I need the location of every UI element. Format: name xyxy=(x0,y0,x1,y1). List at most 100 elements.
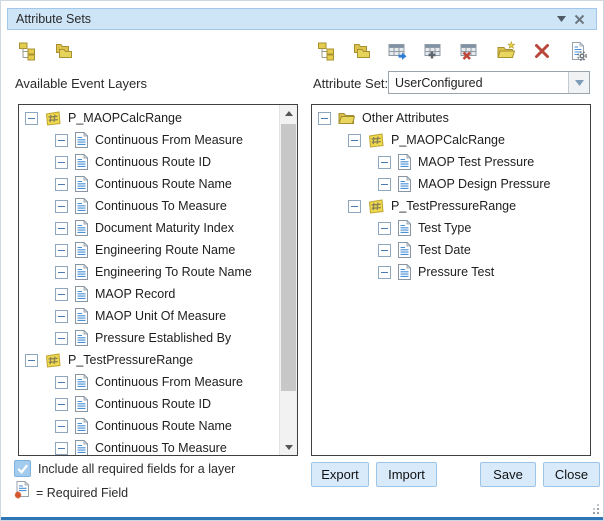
tree-item[interactable]: Continuous Route ID xyxy=(19,151,280,173)
tree-item-label: MAOP Design Pressure xyxy=(418,177,550,191)
tree-item-label: Continuous From Measure xyxy=(95,375,243,389)
minus-expander-icon[interactable] xyxy=(318,112,331,125)
minus-expander-icon[interactable] xyxy=(25,112,38,125)
minus-expander-icon[interactable] xyxy=(378,222,391,235)
window-bottom-border xyxy=(1,517,603,520)
attribute-set-tree-icon[interactable] xyxy=(315,40,337,62)
tree-item[interactable]: P_MAOPCalcRange xyxy=(19,107,280,129)
dropdown-caret-icon[interactable] xyxy=(552,10,570,28)
tree-item[interactable]: MAOP Design Pressure xyxy=(312,173,590,195)
event-layers-tree-icon[interactable] xyxy=(16,40,38,62)
minus-expander-icon[interactable] xyxy=(378,178,391,191)
minus-expander-icon[interactable] xyxy=(55,288,68,301)
left-tree: P_MAOPCalcRange Continuous From Measure Co… xyxy=(19,107,280,455)
include-required-fields-checkbox[interactable] xyxy=(14,460,31,477)
minus-expander-icon[interactable] xyxy=(378,156,391,169)
minus-expander-icon[interactable] xyxy=(55,156,68,169)
tree-item[interactable]: Continuous From Measure xyxy=(19,129,280,151)
close-icon[interactable] xyxy=(570,10,588,28)
minus-expander-icon[interactable] xyxy=(55,332,68,345)
attribute-set-folder-icon[interactable] xyxy=(351,40,373,62)
tree-item-label: Continuous Route Name xyxy=(95,177,232,191)
folder-icon xyxy=(338,112,355,125)
tree-item-label: Document Maturity Index xyxy=(95,221,234,235)
attribute-set-properties-icon[interactable] xyxy=(567,40,589,62)
tree-item[interactable]: Test Type xyxy=(312,217,590,239)
tree-item[interactable]: Other Attributes xyxy=(312,107,590,129)
tree-item[interactable]: MAOP Record xyxy=(19,283,280,305)
field-icon xyxy=(75,330,88,346)
tree-item-label: Pressure Established By xyxy=(95,331,231,345)
tree-item[interactable]: Engineering To Route Name xyxy=(19,261,280,283)
tree-item-label: Other Attributes xyxy=(362,111,449,125)
field-icon xyxy=(398,176,411,192)
field-icon xyxy=(75,440,88,455)
attribute-set-combobox[interactable]: UserConfigured xyxy=(388,71,590,94)
tree-item[interactable]: Continuous Route ID xyxy=(19,393,280,415)
attribute-set-label: Attribute Set: xyxy=(313,76,388,91)
import-button[interactable]: Import xyxy=(376,462,437,487)
tree-item-label: Engineering To Route Name xyxy=(95,265,252,279)
remove-table-icon[interactable] xyxy=(459,40,481,62)
tree-item[interactable]: Pressure Test xyxy=(312,261,590,283)
minus-expander-icon[interactable] xyxy=(55,222,68,235)
resize-grip[interactable] xyxy=(597,512,599,514)
tree-item[interactable]: Continuous From Measure xyxy=(19,371,280,393)
tree-item[interactable]: Continuous Route Name xyxy=(19,173,280,195)
scrollbar-thumb[interactable] xyxy=(281,124,296,391)
delete-attribute-set-icon[interactable] xyxy=(531,40,553,62)
scroll-up-icon[interactable] xyxy=(280,105,297,121)
minus-expander-icon[interactable] xyxy=(25,354,38,367)
event-layer-icon xyxy=(368,199,384,214)
tree-item[interactable]: Continuous To Measure xyxy=(19,195,280,217)
vertical-scrollbar[interactable] xyxy=(279,105,297,455)
minus-expander-icon[interactable] xyxy=(55,442,68,455)
minus-expander-icon[interactable] xyxy=(378,266,391,279)
close-button[interactable]: Close xyxy=(543,462,600,487)
event-layer-icon xyxy=(368,133,384,148)
export-table-icon[interactable] xyxy=(387,40,409,62)
field-icon xyxy=(75,264,88,280)
add-table-icon[interactable] xyxy=(423,40,445,62)
tree-item-label: Engineering Route Name xyxy=(95,243,235,257)
tree-item[interactable]: Pressure Established By xyxy=(19,327,280,349)
minus-expander-icon[interactable] xyxy=(348,200,361,213)
available-event-layers-tree-panel: P_MAOPCalcRange Continuous From Measure Co… xyxy=(18,104,298,456)
scroll-down-icon[interactable] xyxy=(280,439,297,455)
tree-item[interactable]: Continuous Route Name xyxy=(19,415,280,437)
field-icon xyxy=(75,132,88,148)
available-event-layers-label: Available Event Layers xyxy=(15,76,147,91)
minus-expander-icon[interactable] xyxy=(55,376,68,389)
event-layers-folder-icon[interactable] xyxy=(53,40,75,62)
minus-expander-icon[interactable] xyxy=(348,134,361,147)
tree-item[interactable]: MAOP Unit Of Measure xyxy=(19,305,280,327)
field-icon xyxy=(75,198,88,214)
minus-expander-icon[interactable] xyxy=(55,266,68,279)
minus-expander-icon[interactable] xyxy=(55,178,68,191)
tree-item[interactable]: Continuous To Measure xyxy=(19,437,280,455)
minus-expander-icon[interactable] xyxy=(55,134,68,147)
tree-item[interactable]: Test Date xyxy=(312,239,590,261)
tree-item-label: Continuous Route Name xyxy=(95,419,232,433)
tree-item-label: MAOP Test Pressure xyxy=(418,155,534,169)
field-icon xyxy=(75,242,88,258)
tree-item[interactable]: P_MAOPCalcRange xyxy=(312,129,590,151)
minus-expander-icon[interactable] xyxy=(55,244,68,257)
titlebar: Attribute Sets xyxy=(7,8,597,30)
save-button[interactable]: Save xyxy=(480,462,536,487)
new-attribute-set-icon[interactable] xyxy=(495,40,517,62)
minus-expander-icon[interactable] xyxy=(55,200,68,213)
tree-item[interactable]: MAOP Test Pressure xyxy=(312,151,590,173)
minus-expander-icon[interactable] xyxy=(55,398,68,411)
tree-item[interactable]: Document Maturity Index xyxy=(19,217,280,239)
attribute-sets-dialog: Attribute Sets Available Event Layers At… xyxy=(0,0,604,521)
tree-item-label: Continuous From Measure xyxy=(95,133,243,147)
tree-item[interactable]: Engineering Route Name xyxy=(19,239,280,261)
minus-expander-icon[interactable] xyxy=(55,310,68,323)
minus-expander-icon[interactable] xyxy=(55,420,68,433)
tree-item[interactable]: P_TestPressureRange xyxy=(312,195,590,217)
minus-expander-icon[interactable] xyxy=(378,244,391,257)
tree-item[interactable]: P_TestPressureRange xyxy=(19,349,280,371)
combo-dropdown-button[interactable] xyxy=(568,72,589,93)
export-button[interactable]: Export xyxy=(311,462,369,487)
